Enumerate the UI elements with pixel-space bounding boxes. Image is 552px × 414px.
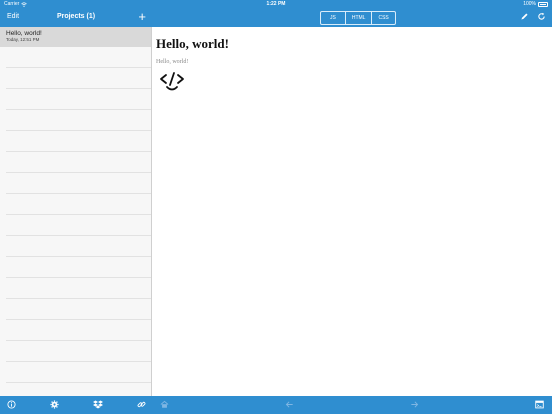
preview-pane[interactable]: Hello, world! Hello, world! — [152, 27, 552, 396]
gear-icon[interactable] — [50, 400, 59, 409]
projects-title: Projects (1) — [56, 13, 96, 20]
code-segmented-control: JS HTML CSS — [320, 11, 396, 25]
empty-list-row — [6, 257, 151, 278]
status-bar: Carrier 1:22 PM 100% — [0, 0, 552, 9]
empty-list-row — [6, 278, 151, 299]
empty-list-row — [6, 152, 151, 173]
empty-list-row — [6, 131, 151, 152]
clock: 1:22 PM — [266, 1, 286, 7]
project-list-item[interactable]: Hello, world! Today, 12:51 PM — [0, 27, 151, 47]
empty-list-row — [6, 89, 151, 110]
empty-list-row — [6, 110, 151, 131]
empty-list-row — [6, 173, 151, 194]
add-project-button[interactable]: + — [138, 10, 146, 23]
tab-js[interactable]: JS — [321, 12, 346, 24]
battery-indicator: 100% — [523, 0, 548, 9]
code-logo-icon — [160, 72, 184, 91]
refresh-icon[interactable] — [537, 12, 546, 21]
info-icon[interactable] — [7, 400, 16, 409]
empty-list-row — [6, 383, 151, 396]
projects-sidebar: Hello, world! Today, 12:51 PM — [0, 27, 152, 396]
preview-heading: Hello, world! — [156, 36, 229, 51]
battery-percent: 100% — [523, 1, 536, 7]
tab-css[interactable]: CSS — [372, 12, 394, 24]
forward-arrow-icon[interactable] — [410, 400, 419, 409]
console-icon[interactable] — [535, 400, 544, 409]
empty-list-row — [6, 68, 151, 89]
back-arrow-icon[interactable] — [285, 400, 294, 409]
project-date: Today, 12:51 PM — [6, 37, 40, 42]
empty-list-row — [6, 215, 151, 236]
preview-subtext: Hello, world! — [156, 59, 189, 65]
empty-list-row — [6, 47, 151, 68]
top-bar: Carrier 1:22 PM 100% Edit Projects (1) +… — [0, 0, 552, 27]
battery-icon — [538, 2, 548, 7]
empty-list-row — [6, 362, 151, 383]
home-icon[interactable] — [160, 400, 169, 409]
empty-list-row — [6, 299, 151, 320]
pencil-icon[interactable] — [520, 12, 529, 21]
empty-list-row — [6, 341, 151, 362]
bottom-toolbar — [0, 396, 552, 414]
link-icon[interactable] — [137, 400, 146, 409]
empty-list-row — [6, 194, 151, 215]
project-title: Hello, world! — [6, 30, 42, 37]
tab-html[interactable]: HTML — [346, 12, 373, 24]
dropbox-icon[interactable] — [93, 400, 103, 409]
navigation-bar: Edit Projects (1) + JS HTML CSS — [0, 9, 552, 27]
empty-list-row — [6, 236, 151, 257]
nav-actions — [520, 12, 546, 21]
projects-header: Edit Projects (1) + — [0, 9, 152, 27]
empty-list-row — [6, 320, 151, 341]
